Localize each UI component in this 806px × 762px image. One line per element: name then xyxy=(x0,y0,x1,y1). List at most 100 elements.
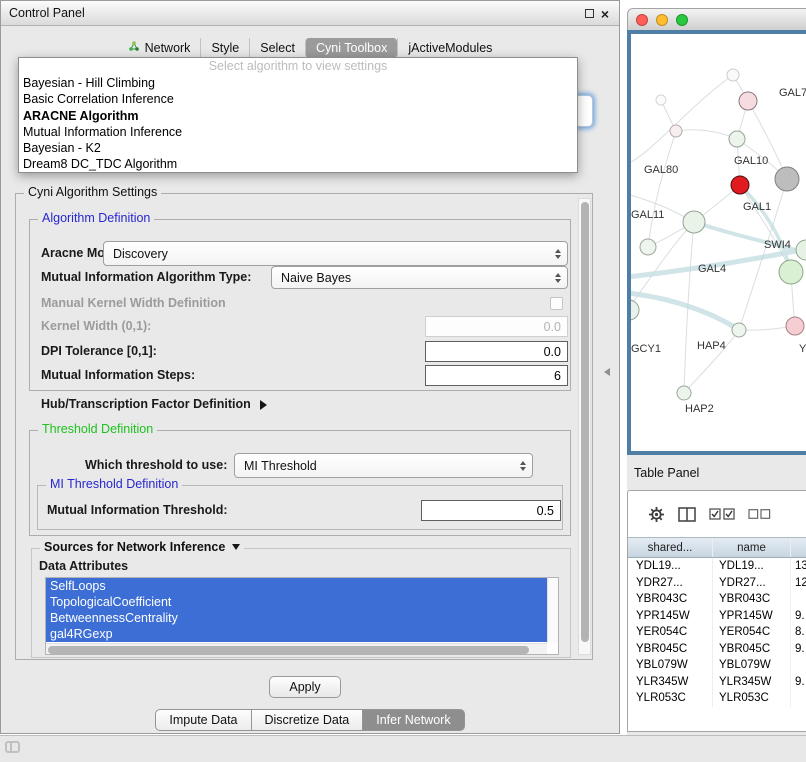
network-node[interactable] xyxy=(683,211,705,233)
algorithm-option[interactable]: Bayesian - K2 xyxy=(19,140,577,156)
node-label: GAL1 xyxy=(743,201,771,213)
tab-network[interactable]: Network xyxy=(118,37,201,58)
network-node[interactable] xyxy=(656,95,666,105)
network-node[interactable] xyxy=(727,69,739,81)
column-header-shared-name[interactable]: shared... xyxy=(628,538,713,557)
table-row[interactable]: YBL079WYBL079W xyxy=(628,657,806,674)
attribute-item[interactable]: TopologicalCoefficient xyxy=(46,594,547,610)
table-header[interactable]: shared... name xyxy=(628,537,806,558)
list-vertical-scrollbar[interactable] xyxy=(547,578,558,643)
network-node[interactable] xyxy=(775,167,799,191)
table-row[interactable]: YDR27...YDR27...12 xyxy=(628,575,806,592)
network-node[interactable] xyxy=(670,125,682,137)
table-cell: YPR145W xyxy=(628,608,713,625)
node-label: GCY1 xyxy=(631,343,661,355)
bottom-tabs: Impute DataDiscretize DataInfer Network xyxy=(1,709,619,731)
mi-threshold-group-title: MI Threshold Definition xyxy=(46,477,182,491)
tab-cyni-toolbox[interactable]: Cyni Toolbox xyxy=(305,38,397,58)
network-node[interactable] xyxy=(677,386,691,400)
node-label: SWI4 xyxy=(764,239,791,251)
list-horizontal-scrollbar[interactable] xyxy=(46,643,547,654)
dpi-tolerance-field[interactable]: 0.0 xyxy=(425,341,568,362)
settings-group-title: Cyni Algorithm Settings xyxy=(24,185,161,199)
table-cell: 8. xyxy=(791,624,806,641)
gear-icon[interactable] xyxy=(648,506,665,523)
mi-type-label: Mutual Information Algorithm Type: xyxy=(41,270,251,285)
network-node[interactable] xyxy=(739,92,757,110)
table-cell: YBL079W xyxy=(628,657,713,674)
network-node-labels: GAL7GAL80GAL10GAL11GAL1SWI4GAL4GCY1HAP4H… xyxy=(631,87,806,415)
network-node[interactable] xyxy=(631,300,639,320)
minimize-traffic-light-icon[interactable] xyxy=(656,14,668,26)
apply-button[interactable]: Apply xyxy=(269,676,341,698)
table-row[interactable]: YER054CYER054C8. xyxy=(628,624,806,641)
table-row[interactable]: YBR043CYBR043C xyxy=(628,591,806,608)
which-threshold-label: Which threshold to use: xyxy=(85,458,227,473)
node-label: Y xyxy=(799,343,806,355)
data-attributes-list[interactable]: SelfLoopsTopologicalCoefficientBetweenne… xyxy=(45,577,559,655)
mi-steps-label: Mutual Information Steps: xyxy=(41,368,195,383)
algorithm-option[interactable]: Bayesian - Hill Climbing xyxy=(19,75,577,91)
network-node[interactable] xyxy=(796,240,806,260)
network-node[interactable] xyxy=(732,323,746,337)
algorithm-option[interactable]: Mutual Information Inference xyxy=(19,124,577,140)
table-row[interactable]: YBR045CYBR045C9. xyxy=(628,641,806,658)
mi-threshold-field[interactable]: 0.5 xyxy=(421,500,561,521)
table-cell: 9. xyxy=(791,641,806,658)
node-label: HAP2 xyxy=(685,403,714,415)
which-threshold-select[interactable]: MI Threshold xyxy=(234,453,533,478)
tab-style[interactable]: Style xyxy=(200,38,249,58)
status-strip xyxy=(0,735,806,762)
network-node[interactable] xyxy=(779,260,803,284)
close-icon[interactable]: × xyxy=(601,7,609,21)
table-row[interactable]: YLR053CYLR053C xyxy=(628,690,806,707)
mi-steps-field[interactable]: 6 xyxy=(425,365,568,386)
columns-icon[interactable] xyxy=(678,507,696,522)
column-header-clipped[interactable] xyxy=(791,538,806,557)
attribute-item[interactable]: gal4RGexp xyxy=(46,626,547,642)
settings-scrollbar-thumb[interactable] xyxy=(581,202,589,642)
node-label: GAL10 xyxy=(734,155,768,167)
hub-definition-toggle[interactable]: Hub/Transcription Factor Definition xyxy=(41,397,267,412)
network-node[interactable] xyxy=(729,131,745,147)
bottom-tab-infer-network[interactable]: Infer Network xyxy=(363,709,464,731)
manual-kernel-checkbox[interactable] xyxy=(550,297,563,310)
settings-scrollbar[interactable] xyxy=(578,198,591,655)
control-panel-tabs: NetworkStyleSelectCyni ToolboxjActiveMod… xyxy=(1,37,619,58)
table-row[interactable]: YLR345WYLR345W9. xyxy=(628,674,806,691)
mi-type-select[interactable]: Naive Bayes xyxy=(271,266,568,289)
network-canvas[interactable]: GAL7GAL80GAL10GAL11GAL1SWI4GAL4GCY1HAP4H… xyxy=(627,30,806,455)
network-node[interactable] xyxy=(786,317,804,335)
network-window-titlebar[interactable] xyxy=(627,8,806,30)
algorithm-option[interactable]: ARACNE Algorithm xyxy=(19,108,577,124)
column-header-name[interactable]: name xyxy=(713,538,791,557)
table-cell: YPR145W xyxy=(713,608,791,625)
checked-boxes-icon[interactable] xyxy=(709,508,735,520)
sources-toggle[interactable]: Sources for Network Inference xyxy=(40,540,244,554)
close-traffic-light-icon[interactable] xyxy=(636,14,648,26)
unchecked-boxes-icon[interactable] xyxy=(748,509,771,519)
algorithm-prompt: Select algorithm to view settings xyxy=(19,58,577,75)
algorithm-option[interactable]: Basic Correlation Inference xyxy=(19,91,577,107)
kernel-width-field: 0.0 xyxy=(425,316,568,337)
tab-jactivemodules[interactable]: jActiveModules xyxy=(397,38,502,58)
table-row[interactable]: YDL19...YDL19...13 xyxy=(628,558,806,575)
control-panel-titlebar[interactable]: Control Panel × xyxy=(1,1,619,26)
aracne-mode-select[interactable]: Discovery xyxy=(103,241,568,266)
network-node[interactable] xyxy=(731,176,749,194)
network-node[interactable] xyxy=(640,239,656,255)
algorithm-option[interactable]: Dream8 DC_TDC Algorithm xyxy=(19,156,577,172)
bottom-tab-impute-data[interactable]: Impute Data xyxy=(155,709,251,731)
bottom-tab-discretize-data[interactable]: Discretize Data xyxy=(252,709,364,731)
tab-select[interactable]: Select xyxy=(249,38,305,58)
panel-collapse-icon[interactable] xyxy=(604,368,610,376)
table-cell: YDL19... xyxy=(628,558,713,575)
minimized-panel-icon[interactable] xyxy=(5,741,20,753)
zoom-traffic-light-icon[interactable] xyxy=(676,14,688,26)
float-window-icon[interactable] xyxy=(585,9,594,18)
table-cell: YLR053C xyxy=(713,690,791,707)
attribute-item[interactable]: BetweennessCentrality xyxy=(46,610,547,626)
attribute-item[interactable]: SelfLoops xyxy=(46,578,547,594)
table-row[interactable]: YPR145WYPR145W9. xyxy=(628,608,806,625)
node-label: HAP4 xyxy=(697,340,726,352)
